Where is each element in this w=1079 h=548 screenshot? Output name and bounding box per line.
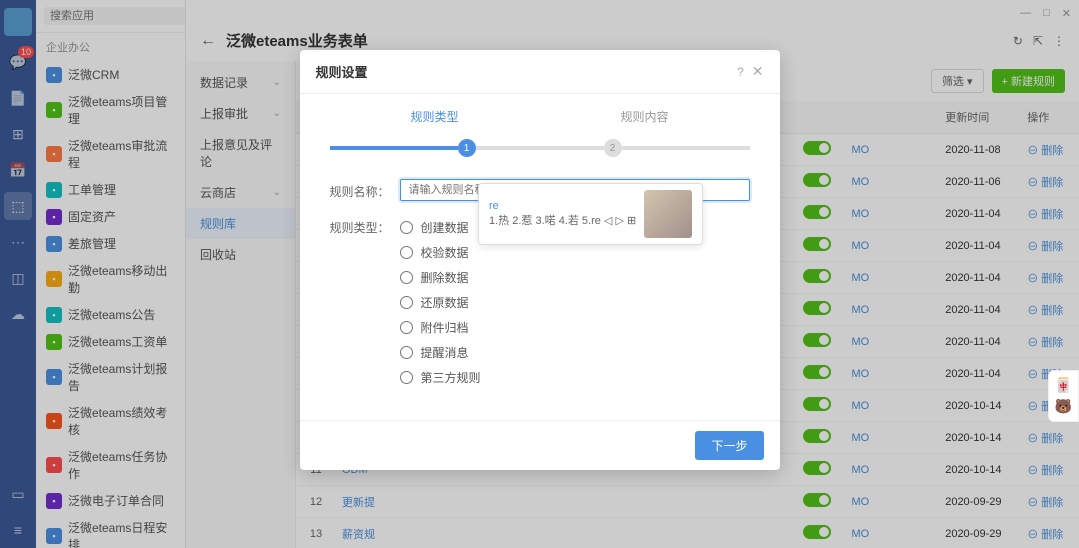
- ime-candidates[interactable]: 1.热 2.惹 3.喏 4.若 5.re ◁ ▷ ⊞: [489, 212, 636, 228]
- radio-label: 校验数据: [421, 244, 469, 261]
- radio-label: 还原数据: [421, 294, 469, 311]
- radio-label: 删除数据: [421, 269, 469, 286]
- step-2-circle: 2: [604, 139, 622, 157]
- ime-popup: re 1.热 2.惹 3.喏 4.若 5.re ◁ ▷ ⊞: [478, 183, 703, 245]
- rule-type-option-2[interactable]: 删除数据: [400, 265, 750, 290]
- radio-label: 创建数据: [421, 219, 469, 236]
- radio-input[interactable]: [400, 321, 413, 334]
- rule-type-label: 规则类型：: [330, 215, 400, 236]
- rule-type-option-3[interactable]: 还原数据: [400, 290, 750, 315]
- float-item-1[interactable]: 🀄: [1055, 377, 1072, 394]
- next-button[interactable]: 下一步: [695, 431, 763, 460]
- radio-label: 提醒消息: [421, 344, 469, 361]
- rule-settings-modal: 规则设置 ? ✕ 规则类型 规则内容 1 2 规则名称：: [300, 50, 780, 470]
- modal-title: 规则设置: [316, 62, 368, 81]
- rule-type-option-6[interactable]: 第三方规则: [400, 365, 750, 390]
- rule-type-option-5[interactable]: 提醒消息: [400, 340, 750, 365]
- radio-label: 附件归档: [421, 319, 469, 336]
- radio-input[interactable]: [400, 346, 413, 359]
- radio-input[interactable]: [400, 371, 413, 384]
- radio-label: 第三方规则: [421, 369, 481, 386]
- float-widget[interactable]: 🀄 🐻: [1048, 370, 1079, 422]
- radio-input[interactable]: [400, 296, 413, 309]
- ime-input: re: [489, 200, 636, 212]
- step-2-label: 规则内容: [540, 108, 750, 125]
- step-1-label: 规则类型: [330, 108, 540, 125]
- radio-input[interactable]: [400, 271, 413, 284]
- modal-close-icon[interactable]: ✕: [752, 63, 764, 80]
- step-1-circle: 1: [458, 139, 476, 157]
- modal-overlay[interactable]: 规则设置 ? ✕ 规则类型 规则内容 1 2 规则名称：: [0, 0, 1079, 548]
- ime-avatar: [644, 190, 692, 238]
- float-item-2[interactable]: 🐻: [1055, 398, 1072, 415]
- radio-input[interactable]: [400, 221, 413, 234]
- rule-name-label: 规则名称：: [330, 179, 400, 200]
- help-icon[interactable]: ?: [737, 65, 744, 79]
- rule-type-option-4[interactable]: 附件归档: [400, 315, 750, 340]
- radio-input[interactable]: [400, 246, 413, 259]
